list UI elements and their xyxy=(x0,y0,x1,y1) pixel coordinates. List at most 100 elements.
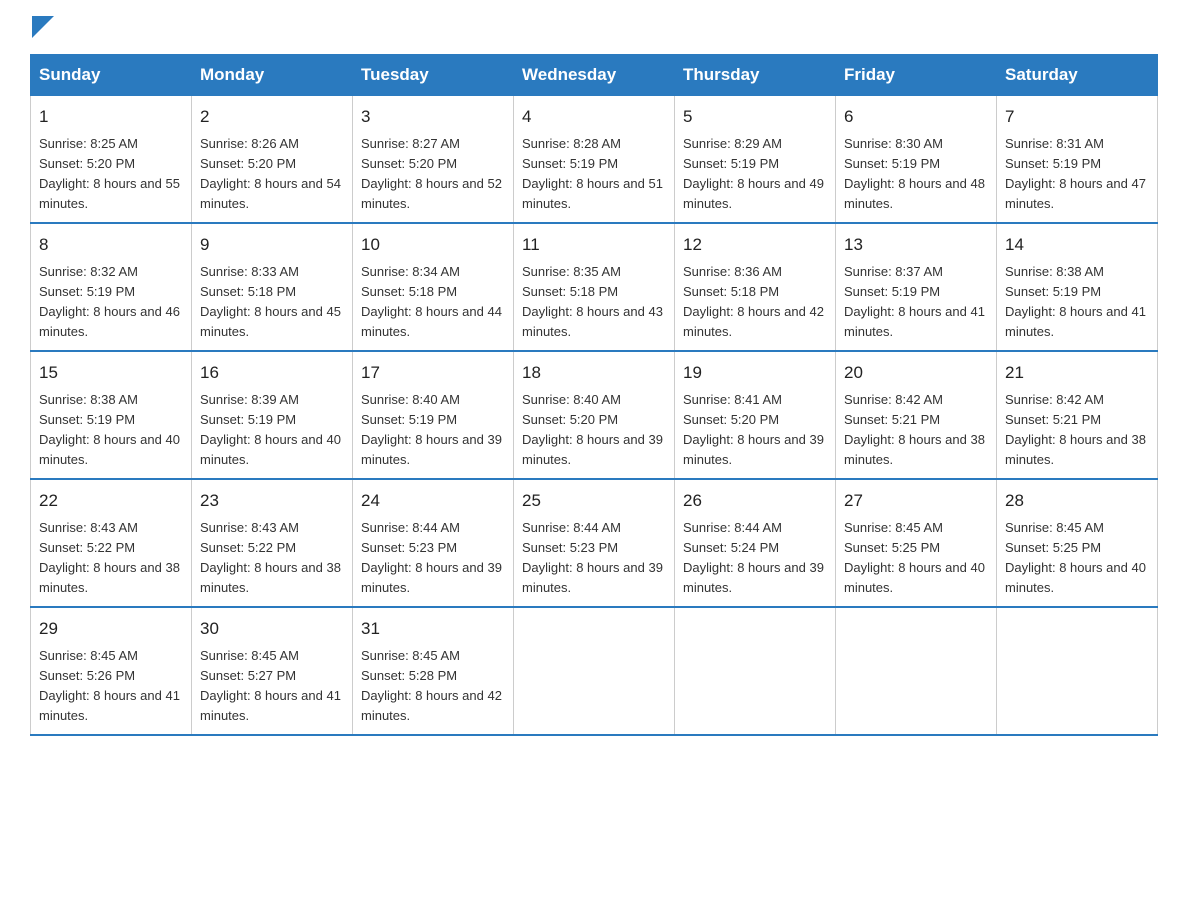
calendar-cell: 29 Sunrise: 8:45 AMSunset: 5:26 PMDaylig… xyxy=(31,607,192,735)
day-number: 12 xyxy=(683,232,827,258)
day-number: 4 xyxy=(522,104,666,130)
day-info: Sunrise: 8:44 AMSunset: 5:23 PMDaylight:… xyxy=(361,520,502,595)
day-number: 31 xyxy=(361,616,505,642)
calendar-cell: 2 Sunrise: 8:26 AMSunset: 5:20 PMDayligh… xyxy=(192,96,353,224)
header-wednesday: Wednesday xyxy=(514,55,675,96)
calendar-cell: 20 Sunrise: 8:42 AMSunset: 5:21 PMDaylig… xyxy=(836,351,997,479)
day-info: Sunrise: 8:45 AMSunset: 5:25 PMDaylight:… xyxy=(844,520,985,595)
day-info: Sunrise: 8:29 AMSunset: 5:19 PMDaylight:… xyxy=(683,136,824,211)
day-number: 6 xyxy=(844,104,988,130)
calendar-cell: 15 Sunrise: 8:38 AMSunset: 5:19 PMDaylig… xyxy=(31,351,192,479)
day-info: Sunrise: 8:37 AMSunset: 5:19 PMDaylight:… xyxy=(844,264,985,339)
logo-icon xyxy=(32,16,54,38)
day-info: Sunrise: 8:44 AMSunset: 5:23 PMDaylight:… xyxy=(522,520,663,595)
header-monday: Monday xyxy=(192,55,353,96)
calendar-cell: 30 Sunrise: 8:45 AMSunset: 5:27 PMDaylig… xyxy=(192,607,353,735)
calendar-cell: 8 Sunrise: 8:32 AMSunset: 5:19 PMDayligh… xyxy=(31,223,192,351)
day-info: Sunrise: 8:45 AMSunset: 5:26 PMDaylight:… xyxy=(39,648,180,723)
day-number: 17 xyxy=(361,360,505,386)
day-number: 25 xyxy=(522,488,666,514)
day-number: 2 xyxy=(200,104,344,130)
day-number: 29 xyxy=(39,616,183,642)
day-info: Sunrise: 8:26 AMSunset: 5:20 PMDaylight:… xyxy=(200,136,341,211)
calendar-cell: 27 Sunrise: 8:45 AMSunset: 5:25 PMDaylig… xyxy=(836,479,997,607)
calendar-cell: 4 Sunrise: 8:28 AMSunset: 5:19 PMDayligh… xyxy=(514,96,675,224)
logo xyxy=(30,20,54,38)
header-saturday: Saturday xyxy=(997,55,1158,96)
calendar-cell: 31 Sunrise: 8:45 AMSunset: 5:28 PMDaylig… xyxy=(353,607,514,735)
day-info: Sunrise: 8:45 AMSunset: 5:27 PMDaylight:… xyxy=(200,648,341,723)
week-row-1: 1 Sunrise: 8:25 AMSunset: 5:20 PMDayligh… xyxy=(31,96,1158,224)
calendar-cell: 5 Sunrise: 8:29 AMSunset: 5:19 PMDayligh… xyxy=(675,96,836,224)
week-row-3: 15 Sunrise: 8:38 AMSunset: 5:19 PMDaylig… xyxy=(31,351,1158,479)
day-info: Sunrise: 8:38 AMSunset: 5:19 PMDaylight:… xyxy=(1005,264,1146,339)
calendar-cell: 19 Sunrise: 8:41 AMSunset: 5:20 PMDaylig… xyxy=(675,351,836,479)
week-row-2: 8 Sunrise: 8:32 AMSunset: 5:19 PMDayligh… xyxy=(31,223,1158,351)
day-info: Sunrise: 8:31 AMSunset: 5:19 PMDaylight:… xyxy=(1005,136,1146,211)
calendar-cell: 24 Sunrise: 8:44 AMSunset: 5:23 PMDaylig… xyxy=(353,479,514,607)
day-info: Sunrise: 8:25 AMSunset: 5:20 PMDaylight:… xyxy=(39,136,180,211)
day-number: 13 xyxy=(844,232,988,258)
day-number: 15 xyxy=(39,360,183,386)
calendar-cell: 18 Sunrise: 8:40 AMSunset: 5:20 PMDaylig… xyxy=(514,351,675,479)
day-number: 7 xyxy=(1005,104,1149,130)
header-sunday: Sunday xyxy=(31,55,192,96)
day-number: 24 xyxy=(361,488,505,514)
day-number: 18 xyxy=(522,360,666,386)
day-number: 20 xyxy=(844,360,988,386)
week-row-4: 22 Sunrise: 8:43 AMSunset: 5:22 PMDaylig… xyxy=(31,479,1158,607)
day-info: Sunrise: 8:42 AMSunset: 5:21 PMDaylight:… xyxy=(844,392,985,467)
day-info: Sunrise: 8:44 AMSunset: 5:24 PMDaylight:… xyxy=(683,520,824,595)
calendar-cell: 10 Sunrise: 8:34 AMSunset: 5:18 PMDaylig… xyxy=(353,223,514,351)
day-number: 11 xyxy=(522,232,666,258)
calendar-cell xyxy=(514,607,675,735)
day-info: Sunrise: 8:43 AMSunset: 5:22 PMDaylight:… xyxy=(200,520,341,595)
day-number: 3 xyxy=(361,104,505,130)
day-number: 9 xyxy=(200,232,344,258)
day-number: 1 xyxy=(39,104,183,130)
calendar-cell: 9 Sunrise: 8:33 AMSunset: 5:18 PMDayligh… xyxy=(192,223,353,351)
day-info: Sunrise: 8:27 AMSunset: 5:20 PMDaylight:… xyxy=(361,136,502,211)
page-header xyxy=(30,20,1158,38)
day-number: 21 xyxy=(1005,360,1149,386)
calendar-cell: 25 Sunrise: 8:44 AMSunset: 5:23 PMDaylig… xyxy=(514,479,675,607)
calendar-cell xyxy=(997,607,1158,735)
calendar-cell: 6 Sunrise: 8:30 AMSunset: 5:19 PMDayligh… xyxy=(836,96,997,224)
header-thursday: Thursday xyxy=(675,55,836,96)
calendar-cell: 11 Sunrise: 8:35 AMSunset: 5:18 PMDaylig… xyxy=(514,223,675,351)
day-number: 14 xyxy=(1005,232,1149,258)
day-info: Sunrise: 8:38 AMSunset: 5:19 PMDaylight:… xyxy=(39,392,180,467)
calendar-cell: 13 Sunrise: 8:37 AMSunset: 5:19 PMDaylig… xyxy=(836,223,997,351)
calendar-cell: 12 Sunrise: 8:36 AMSunset: 5:18 PMDaylig… xyxy=(675,223,836,351)
day-number: 28 xyxy=(1005,488,1149,514)
day-info: Sunrise: 8:41 AMSunset: 5:20 PMDaylight:… xyxy=(683,392,824,467)
day-info: Sunrise: 8:36 AMSunset: 5:18 PMDaylight:… xyxy=(683,264,824,339)
day-number: 5 xyxy=(683,104,827,130)
day-info: Sunrise: 8:40 AMSunset: 5:19 PMDaylight:… xyxy=(361,392,502,467)
day-number: 23 xyxy=(200,488,344,514)
day-number: 16 xyxy=(200,360,344,386)
header-tuesday: Tuesday xyxy=(353,55,514,96)
day-number: 10 xyxy=(361,232,505,258)
day-info: Sunrise: 8:30 AMSunset: 5:19 PMDaylight:… xyxy=(844,136,985,211)
day-info: Sunrise: 8:45 AMSunset: 5:28 PMDaylight:… xyxy=(361,648,502,723)
calendar-table: SundayMondayTuesdayWednesdayThursdayFrid… xyxy=(30,54,1158,736)
day-number: 8 xyxy=(39,232,183,258)
day-number: 30 xyxy=(200,616,344,642)
day-info: Sunrise: 8:32 AMSunset: 5:19 PMDaylight:… xyxy=(39,264,180,339)
day-info: Sunrise: 8:28 AMSunset: 5:19 PMDaylight:… xyxy=(522,136,663,211)
day-info: Sunrise: 8:43 AMSunset: 5:22 PMDaylight:… xyxy=(39,520,180,595)
day-info: Sunrise: 8:40 AMSunset: 5:20 PMDaylight:… xyxy=(522,392,663,467)
day-number: 22 xyxy=(39,488,183,514)
calendar-header-row: SundayMondayTuesdayWednesdayThursdayFrid… xyxy=(31,55,1158,96)
calendar-cell: 7 Sunrise: 8:31 AMSunset: 5:19 PMDayligh… xyxy=(997,96,1158,224)
calendar-cell xyxy=(675,607,836,735)
day-info: Sunrise: 8:35 AMSunset: 5:18 PMDaylight:… xyxy=(522,264,663,339)
header-friday: Friday xyxy=(836,55,997,96)
calendar-cell: 28 Sunrise: 8:45 AMSunset: 5:25 PMDaylig… xyxy=(997,479,1158,607)
calendar-cell: 23 Sunrise: 8:43 AMSunset: 5:22 PMDaylig… xyxy=(192,479,353,607)
calendar-cell: 17 Sunrise: 8:40 AMSunset: 5:19 PMDaylig… xyxy=(353,351,514,479)
calendar-cell: 26 Sunrise: 8:44 AMSunset: 5:24 PMDaylig… xyxy=(675,479,836,607)
calendar-cell: 16 Sunrise: 8:39 AMSunset: 5:19 PMDaylig… xyxy=(192,351,353,479)
calendar-cell: 21 Sunrise: 8:42 AMSunset: 5:21 PMDaylig… xyxy=(997,351,1158,479)
